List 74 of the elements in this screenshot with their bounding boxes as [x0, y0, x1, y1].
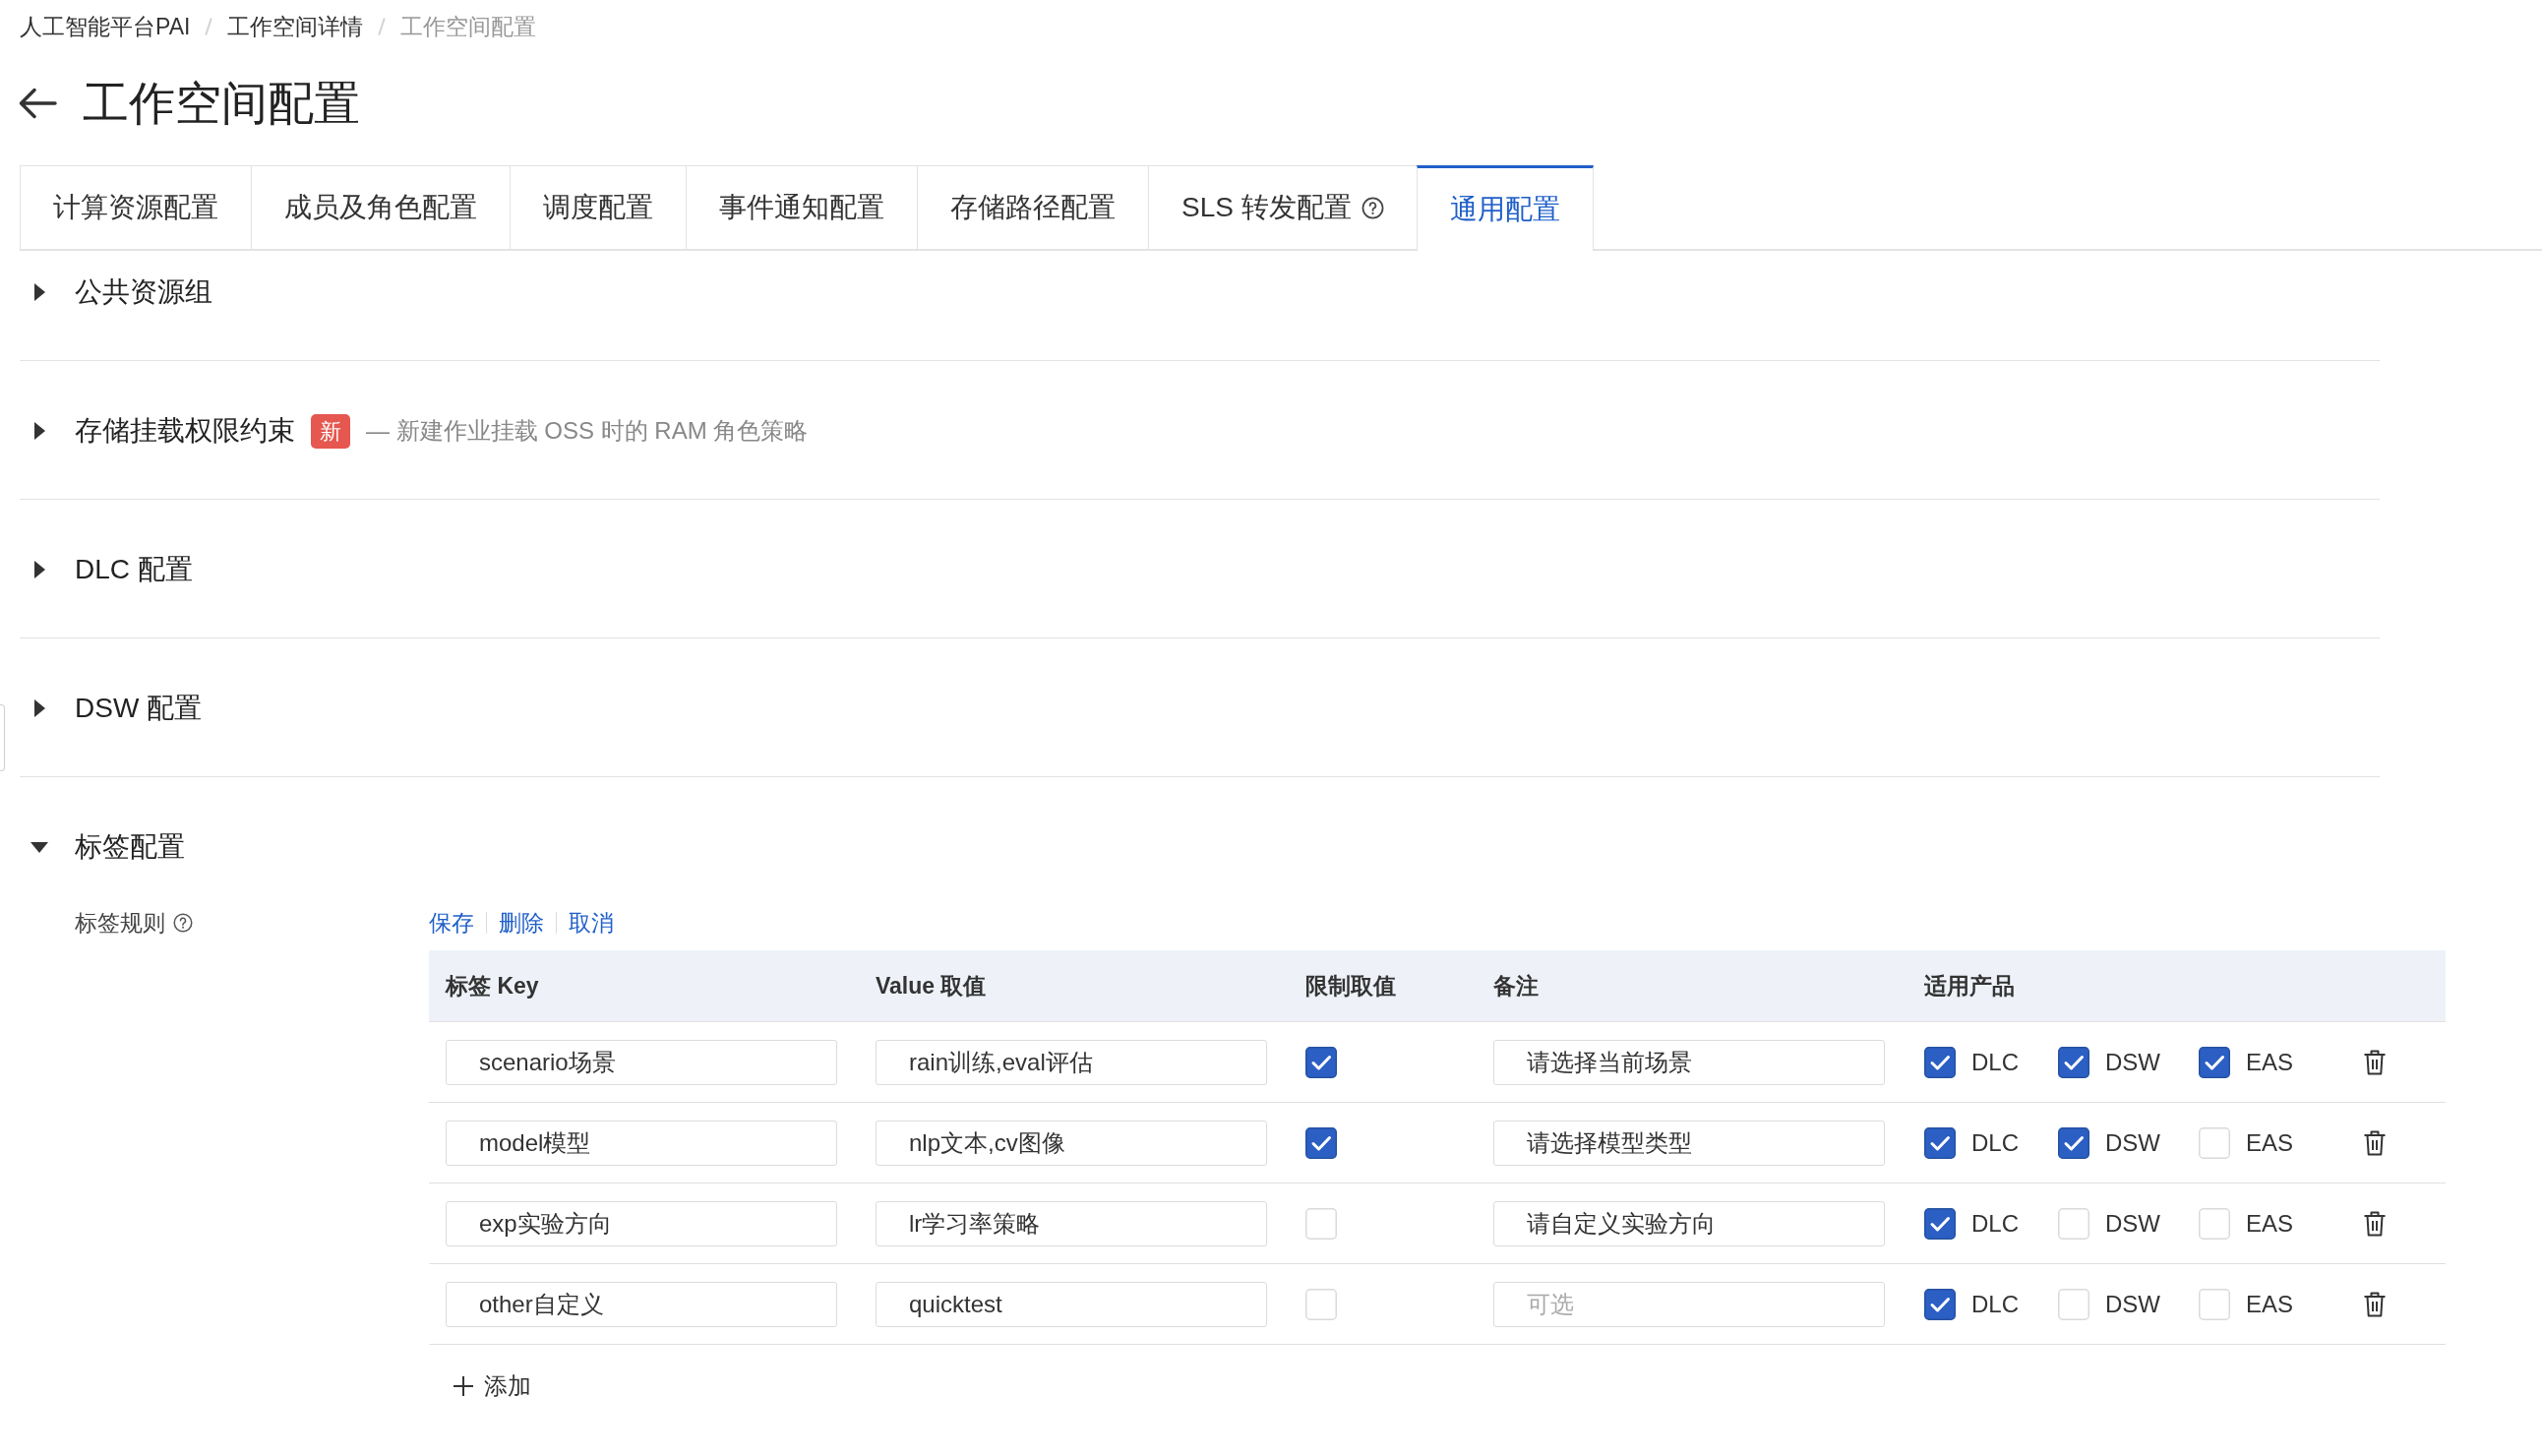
tag-key-input[interactable]: scenario场景 — [446, 1039, 837, 1085]
note-input[interactable]: 请选择模型类型 — [1493, 1120, 1885, 1166]
checkbox[interactable] — [2058, 1126, 2089, 1159]
section-description: — 新建作业挂载 OSS 时的 RAM 角色策略 — [366, 416, 809, 446]
checkbox-label[interactable]: EAS — [2246, 1290, 2294, 1318]
tab[interactable]: 事件通知配置 — [686, 165, 917, 249]
back-arrow-icon[interactable] — [18, 87, 57, 120]
tag-value-input[interactable]: rain训练,eval评估 — [876, 1039, 1267, 1085]
section-title[interactable]: DSW 配置 — [75, 690, 203, 727]
checkbox-label[interactable]: EAS — [2246, 1128, 2294, 1157]
checkbox-label[interactable]: DSW — [2105, 1128, 2160, 1157]
checkbox-label[interactable]: DLC — [1971, 1128, 2019, 1157]
section-title[interactable]: 标签配置 — [75, 828, 185, 866]
column-header: 标签 Key — [446, 971, 540, 1001]
section-title[interactable]: 公共资源组 — [75, 273, 212, 311]
tab[interactable]: 成员及角色配置 — [251, 165, 510, 249]
tab[interactable]: 计算资源配置 — [20, 165, 251, 249]
plus-icon — [453, 1375, 474, 1397]
note-input[interactable]: 请选择当前场景 — [1493, 1039, 1885, 1085]
page-title: 工作空间配置 — [83, 76, 360, 131]
checkbox-label[interactable]: DLC — [1971, 1048, 2019, 1076]
checkbox[interactable] — [1924, 1046, 1956, 1078]
checkbox[interactable] — [2058, 1046, 2089, 1078]
checkbox-label[interactable]: DSW — [2105, 1048, 2160, 1076]
tag-value-input[interactable]: nlp文本,cv图像 — [876, 1120, 1267, 1166]
column-header: 适用产品 — [1924, 971, 2016, 1001]
help-icon[interactable] — [173, 913, 193, 933]
side-panel-handle[interactable] — [0, 704, 5, 771]
column-header: 备注 — [1493, 971, 1540, 1001]
caret-right-icon[interactable] — [33, 283, 45, 301]
column-header: 限制取值 — [1305, 971, 1397, 1001]
checkbox-label[interactable]: DSW — [2105, 1209, 2160, 1238]
checkbox[interactable] — [1924, 1207, 1956, 1240]
checkbox[interactable] — [1924, 1126, 1956, 1159]
checkbox[interactable] — [1924, 1288, 1956, 1320]
section-title[interactable]: 存储挂载权限约束 — [75, 412, 295, 450]
note-input[interactable]: 请自定义实验方向 — [1493, 1200, 1885, 1246]
field-label: 标签规则 — [75, 908, 165, 938]
checkbox-label[interactable]: DLC — [1971, 1209, 2019, 1238]
delete-icon[interactable] — [2363, 1128, 2387, 1157]
new-badge: 新 — [311, 413, 350, 449]
checkbox[interactable] — [2199, 1046, 2230, 1078]
tag-key-input[interactable]: other自定义 — [446, 1281, 837, 1327]
tab[interactable]: 通用配置 — [1416, 165, 1594, 251]
add-button[interactable]: 添加 — [453, 1370, 531, 1402]
caret-right-icon[interactable] — [33, 561, 45, 578]
tag-key-input[interactable]: model模型 — [446, 1120, 837, 1166]
checkbox-label[interactable]: DLC — [1971, 1290, 2019, 1318]
action-link[interactable]: 取消 — [569, 907, 614, 939]
caret-right-icon[interactable] — [33, 422, 45, 440]
action-link[interactable]: 保存 — [429, 907, 474, 939]
action-link[interactable]: 删除 — [499, 907, 544, 939]
breadcrumb-link[interactable]: 人工智能平台PAI — [20, 11, 191, 42]
checkbox[interactable] — [1305, 1126, 1337, 1159]
section-title[interactable]: DLC 配置 — [75, 551, 193, 588]
checkbox[interactable] — [1305, 1046, 1337, 1078]
delete-icon[interactable] — [2363, 1209, 2387, 1238]
tag-value-input[interactable]: lr学习率策略 — [876, 1200, 1267, 1246]
checkbox-label[interactable]: EAS — [2246, 1209, 2294, 1238]
checkbox-label[interactable]: DSW — [2105, 1290, 2160, 1318]
breadcrumb-link[interactable]: 工作空间详情 — [227, 11, 364, 42]
caret-down-icon[interactable] — [30, 841, 48, 853]
tab[interactable]: 存储路径配置 — [917, 165, 1148, 249]
delete-icon[interactable] — [2363, 1290, 2387, 1318]
help-icon[interactable] — [1361, 196, 1384, 219]
tag-key-input[interactable]: exp实验方向 — [446, 1200, 837, 1246]
checkbox-label[interactable]: EAS — [2246, 1048, 2294, 1076]
tab[interactable]: SLS 转发配置 — [1148, 165, 1417, 249]
delete-icon[interactable] — [2363, 1048, 2387, 1076]
caret-right-icon[interactable] — [33, 699, 45, 717]
tag-value-input[interactable]: quicktest — [876, 1281, 1267, 1327]
column-header: Value 取值 — [876, 971, 988, 1001]
breadcrumb-current: 工作空间配置 — [400, 12, 537, 41]
tab[interactable]: 调度配置 — [510, 165, 686, 249]
